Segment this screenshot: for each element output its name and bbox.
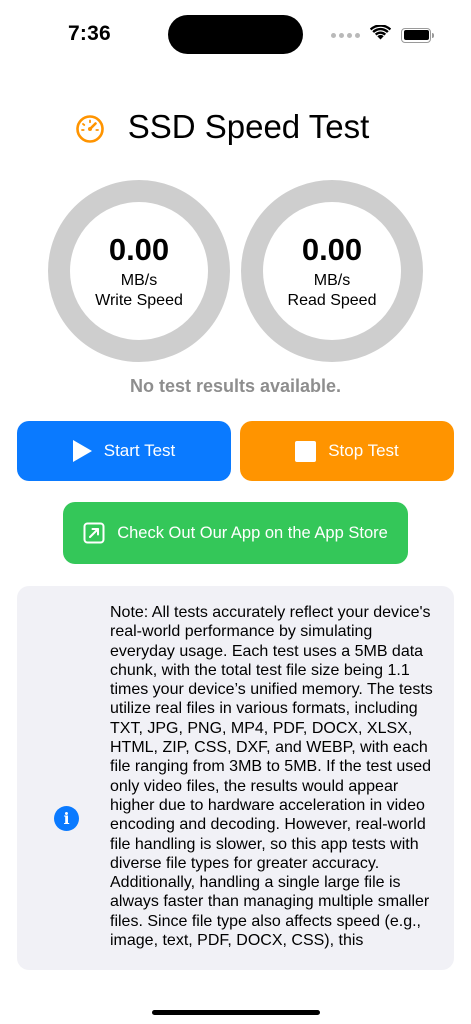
read-speed-gauge: 0.00 MB/s Read Speed bbox=[241, 180, 423, 362]
start-test-label: Start Test bbox=[103, 441, 176, 460]
info-note-text: Note: All tests accurately reflect your … bbox=[110, 604, 433, 950]
write-speed-label: Write Speed bbox=[95, 292, 183, 309]
stop-test-button[interactable]: Stop Test bbox=[240, 421, 454, 481]
play-icon bbox=[72, 440, 92, 462]
battery-icon bbox=[401, 27, 434, 43]
app-store-label: Check Out Our App on the App Store bbox=[117, 523, 388, 542]
status-icons bbox=[331, 24, 434, 45]
read-speed-unit: MB/s bbox=[313, 272, 351, 289]
write-speed-unit: MB/s bbox=[120, 272, 158, 289]
read-speed-label: Read Speed bbox=[287, 292, 377, 309]
wifi-icon bbox=[369, 24, 392, 45]
info-note-card[interactable]: i Note: All tests accurately reflect you… bbox=[17, 586, 454, 970]
app-store-button[interactable]: Check Out Our App on the App Store bbox=[63, 502, 408, 564]
home-indicator[interactable] bbox=[152, 1010, 320, 1015]
status-message: No test results available. bbox=[129, 376, 342, 396]
speedometer-icon bbox=[74, 113, 106, 145]
external-link-icon bbox=[83, 522, 105, 544]
status-time: 7:36 bbox=[68, 22, 111, 45]
app-screen: 7:36 SSD Speed Test 0.00 MB/s Write Spee… bbox=[0, 0, 471, 1024]
write-speed-gauge: 0.00 MB/s Write Speed bbox=[48, 180, 230, 362]
info-icon: i bbox=[54, 806, 79, 831]
read-speed-value: 0.00 bbox=[301, 232, 363, 267]
write-speed-value: 0.00 bbox=[108, 232, 170, 267]
header: SSD Speed Test bbox=[0, 108, 471, 146]
start-test-button[interactable]: Start Test bbox=[17, 421, 231, 481]
cellular-signal-icon bbox=[331, 32, 360, 38]
stop-test-label: Stop Test bbox=[328, 441, 399, 460]
page-title: SSD Speed Test bbox=[127, 108, 370, 145]
stop-icon bbox=[295, 440, 317, 462]
dynamic-island bbox=[168, 15, 303, 54]
